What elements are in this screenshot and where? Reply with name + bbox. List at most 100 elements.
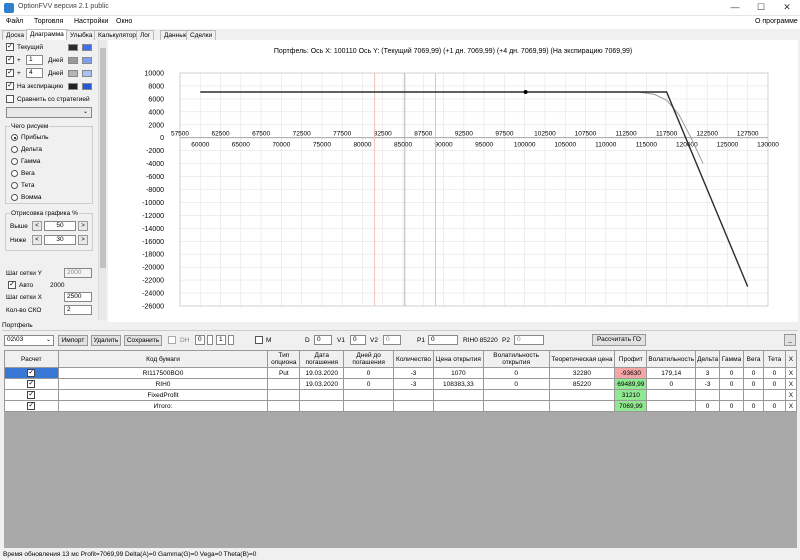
row-calc-checkbox[interactable]: ✓ (4, 378, 59, 390)
table-cell[interactable] (267, 400, 301, 412)
expiration-color-swatch[interactable] (68, 83, 78, 90)
above-increase-button[interactable]: > (78, 221, 88, 231)
dh-spin-2[interactable] (228, 335, 234, 345)
plus4-days-input[interactable]: 4 (26, 68, 43, 78)
table-row[interactable]: ✓ RIH0 19.03.2020 0 -3 108383,33 0 85220 69489,9… (4, 378, 798, 390)
current-color-swatch[interactable] (68, 44, 78, 51)
below-decrease-button[interactable]: < (32, 235, 42, 245)
column-header[interactable]: Код бумаги (57, 350, 269, 368)
d-input[interactable]: 0 (314, 335, 332, 345)
import-button[interactable]: Импорт (58, 335, 88, 346)
column-header[interactable]: Вега (743, 350, 765, 368)
radio-gamma[interactable] (11, 158, 18, 165)
menu-settings[interactable]: Настройки (74, 18, 108, 25)
table-cell[interactable]: -3 (393, 378, 434, 390)
minimize-button[interactable]: — (722, 0, 748, 15)
dh-checkbox[interactable] (168, 336, 176, 344)
column-header[interactable]: Тип опциона (267, 350, 301, 368)
checkbox-mark[interactable]: ✓ (27, 402, 36, 410)
column-header[interactable]: Теоретическая цена (548, 350, 616, 368)
row-calc-checkbox[interactable]: ✓ (4, 400, 59, 412)
below-input[interactable]: 30 (44, 235, 76, 245)
auto-checkbox[interactable]: ✓ (8, 281, 16, 289)
p1-input[interactable]: 0 (428, 335, 458, 345)
plus1-alt-color-swatch[interactable] (82, 57, 92, 64)
column-header[interactable]: Тета (763, 350, 786, 368)
radio-vega[interactable] (11, 170, 18, 177)
table-row[interactable]: ✓ RI117500BO0 Put 19.03.2020 0 -3 1070 0 32280 -9… (4, 367, 798, 379)
close-button[interactable]: ✕ (774, 0, 800, 15)
menu-about[interactable]: О программе (755, 18, 798, 25)
current-alt-color-swatch[interactable] (82, 44, 92, 51)
tab-trades[interactable]: Сделки (186, 30, 217, 40)
menu-file[interactable]: Файл (6, 18, 23, 25)
compare-checkbox[interactable] (6, 95, 14, 103)
table-cell[interactable]: -3 (393, 367, 434, 379)
radio-vomma[interactable] (11, 194, 18, 201)
dh-input-1[interactable]: 0 (195, 335, 205, 345)
plus1-checkbox[interactable]: ✓ (6, 56, 14, 64)
plus1-color-swatch[interactable] (68, 57, 78, 64)
menu-trade[interactable]: Торговля (34, 18, 63, 25)
m-checkbox[interactable] (255, 336, 263, 344)
save-button[interactable]: Сохранить (124, 335, 162, 346)
radio-delta[interactable] (11, 146, 18, 153)
column-header[interactable]: Дата погашения (299, 350, 345, 368)
column-header[interactable]: Расчет (4, 350, 59, 368)
expiration-alt-color-swatch[interactable] (82, 83, 92, 90)
row-delete-button[interactable]: X (784, 400, 798, 412)
column-header[interactable]: Цена открытия (432, 350, 484, 368)
plus1-days-input[interactable]: 1 (26, 55, 43, 65)
table-cell[interactable] (267, 378, 301, 390)
above-decrease-button[interactable]: < (32, 221, 42, 231)
sko-input[interactable]: 2 (64, 305, 92, 315)
v2-input[interactable]: 0 (383, 335, 401, 345)
table-cell[interactable]: Put (267, 367, 301, 379)
below-increase-button[interactable]: > (78, 235, 88, 245)
column-header[interactable]: Дельта (695, 350, 721, 368)
expiration-checkbox[interactable]: ✓ (6, 82, 14, 90)
table-cell[interactable] (393, 400, 434, 412)
column-header[interactable]: Гамма (719, 350, 745, 368)
account-select[interactable]: 02\03 ⌄ (4, 335, 54, 346)
dh-spin-1[interactable] (207, 335, 213, 345)
column-header[interactable]: Дней до погашения (343, 350, 394, 368)
v1-input[interactable]: 0 (350, 335, 366, 345)
panel-minimize-button[interactable]: _ (784, 334, 796, 346)
column-header[interactable]: Волатильность (646, 350, 697, 368)
table-cell[interactable] (393, 389, 434, 401)
p2-input[interactable]: 0 (514, 335, 544, 345)
maximize-button[interactable]: ☐ (748, 0, 774, 15)
column-header[interactable]: X (784, 350, 798, 368)
table-row[interactable]: ✓ Итого: 7069,99 0 0 0 0 X (4, 400, 798, 412)
delete-button[interactable]: Удалить (91, 335, 121, 346)
plus4-checkbox[interactable]: ✓ (6, 69, 14, 77)
row-calc-checkbox[interactable]: ✓ (4, 367, 59, 379)
row-delete-button[interactable]: X (784, 378, 798, 390)
tab-smile[interactable]: Улыбка (66, 30, 97, 40)
table-row[interactable]: ✓ FixedProfit 31210 X (4, 389, 798, 401)
tab-diagram[interactable]: Диаграмма (26, 29, 68, 40)
dh-input-2[interactable]: 1 (216, 335, 226, 345)
left-panel-scrollbar[interactable] (98, 40, 106, 320)
above-input[interactable]: 50 (44, 221, 76, 231)
radio-theta[interactable] (11, 182, 18, 189)
checkbox-mark[interactable]: ✓ (27, 380, 36, 388)
column-header[interactable]: Профит (614, 350, 648, 368)
tab-calculator[interactable]: Калькулятор (94, 30, 141, 40)
calc-go-button[interactable]: Рассчитать ГО (592, 334, 646, 346)
scrollbar-thumb[interactable] (100, 48, 106, 268)
checkbox-mark[interactable]: ✓ (27, 369, 36, 377)
current-checkbox[interactable]: ✓ (6, 43, 14, 51)
grid-y-input[interactable]: 2000 (64, 268, 92, 278)
row-delete-button[interactable]: X (784, 367, 798, 379)
checkbox-mark[interactable]: ✓ (27, 391, 36, 399)
radio-profit[interactable] (11, 134, 18, 141)
row-calc-checkbox[interactable]: ✓ (4, 389, 59, 401)
plus4-color-swatch[interactable] (68, 70, 78, 77)
column-header[interactable]: Количество (393, 350, 434, 368)
column-header[interactable]: Волатильность открытия (482, 350, 550, 368)
tab-log[interactable]: Лог (136, 30, 155, 40)
tab-board[interactable]: Доска (2, 30, 28, 40)
plus4-alt-color-swatch[interactable] (82, 70, 92, 77)
